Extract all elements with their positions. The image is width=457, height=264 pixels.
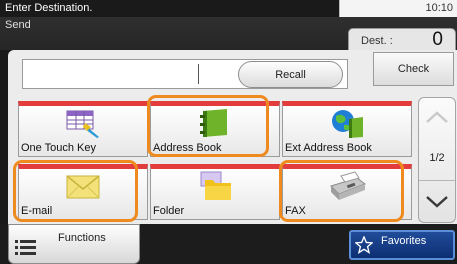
chevron-down-icon: [426, 195, 448, 208]
destination-counter: Dest. : 0: [348, 28, 456, 52]
panel-screen: Enter Destination. 10:10 Send Dest. : 0 …: [0, 0, 457, 264]
one-touch-key-icon: [66, 110, 99, 138]
page-indicator: 1/2: [429, 152, 445, 164]
page-up-button[interactable]: [418, 97, 456, 137]
folder-icon: [200, 171, 231, 200]
highlight-email: [13, 160, 138, 222]
check-button[interactable]: Check: [373, 52, 454, 86]
tile-folder-label: Folder: [153, 205, 185, 217]
tile-one-touch-key-label: One Touch Key: [21, 142, 97, 154]
clock-time: 10:10: [425, 2, 453, 14]
ext-address-book-icon: [332, 110, 363, 138]
destination-counter-label: Dest. :: [361, 35, 393, 47]
text-cursor: [198, 64, 199, 84]
tile-one-touch-key[interactable]: One Touch Key: [18, 101, 148, 157]
favorites-label: Favorites: [381, 235, 427, 247]
highlight-address-book: [147, 95, 269, 157]
mode-label: Send: [5, 19, 31, 31]
page-title: Enter Destination.: [5, 2, 93, 14]
functions-label: Functions: [58, 232, 106, 244]
chevron-up-icon: [426, 111, 448, 123]
list-icon: [15, 240, 36, 255]
highlight-fax: [279, 160, 404, 222]
tile-ext-address-book[interactable]: Ext Address Book: [282, 101, 412, 157]
tile-folder[interactable]: Folder: [150, 164, 280, 220]
tile-ext-address-book-label: Ext Address Book: [285, 142, 372, 154]
page-down-button[interactable]: [419, 180, 455, 222]
recall-button[interactable]: Recall: [238, 61, 343, 88]
destination-count: 0: [432, 29, 443, 50]
star-icon: [355, 236, 373, 254]
clock-box: 10:10: [339, 0, 457, 17]
